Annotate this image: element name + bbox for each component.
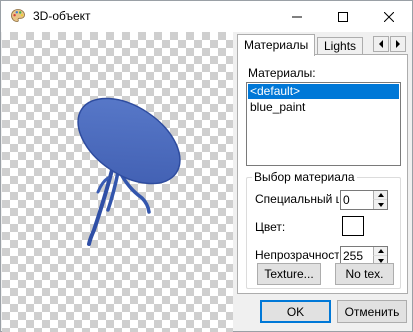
tab-scroll-left-button[interactable] [373,36,389,52]
window-title: 3D-объект [33,9,91,23]
special-color-spinner[interactable] [340,190,388,210]
special-color-input[interactable] [341,191,373,209]
list-item[interactable]: <default> [248,84,399,99]
group-title: Выбор материала [252,170,357,184]
tab-strip: Материалы Lights [237,34,413,56]
chevron-left-icon [379,40,383,48]
chevron-right-icon [396,40,400,48]
close-button[interactable] [366,1,412,32]
tab-scroll-right-button[interactable] [390,36,406,52]
maximize-icon [338,11,348,22]
color-swatch-button[interactable] [342,216,364,236]
arrow-up-icon [377,193,384,197]
list-item[interactable]: blue_paint [248,100,399,115]
minimize-button[interactable] [274,1,320,32]
texture-button[interactable]: Texture... [257,263,321,285]
maximize-button[interactable] [320,1,366,32]
close-icon [384,11,394,22]
special-color-label: Специальный цвет [255,192,339,206]
cancel-button[interactable]: Отменить [337,300,407,323]
no-texture-button[interactable]: No tex. [335,263,394,285]
special-decrement-button[interactable] [373,200,387,209]
tab-lights[interactable]: Lights [317,37,364,55]
arrow-up-icon [377,249,384,253]
3d-preview-viewport[interactable] [2,32,233,332]
arrow-down-icon [377,202,384,207]
materials-label: Материалы: [248,66,316,80]
opacity-increment-button[interactable] [373,247,387,256]
palette-app-icon [10,8,26,24]
color-label: Цвет: [255,220,286,234]
dialog-window: 3D-объект Материалы Lights Материалы: <d… [0,0,413,332]
ok-button[interactable]: OK [260,300,331,323]
title-bar[interactable]: 3D-объект [1,1,412,32]
minimize-icon [292,16,302,17]
table-3d-model [77,97,181,246]
arrow-down-icon [377,258,384,263]
special-increment-button[interactable] [373,191,387,200]
tab-materials[interactable]: Материалы [237,34,316,56]
materials-tab-panel: Материалы: <default> blue_paint Выбор ма… [237,54,408,294]
opacity-label: Непрозрачность [255,248,339,262]
materials-listbox[interactable]: <default> blue_paint [246,82,401,166]
